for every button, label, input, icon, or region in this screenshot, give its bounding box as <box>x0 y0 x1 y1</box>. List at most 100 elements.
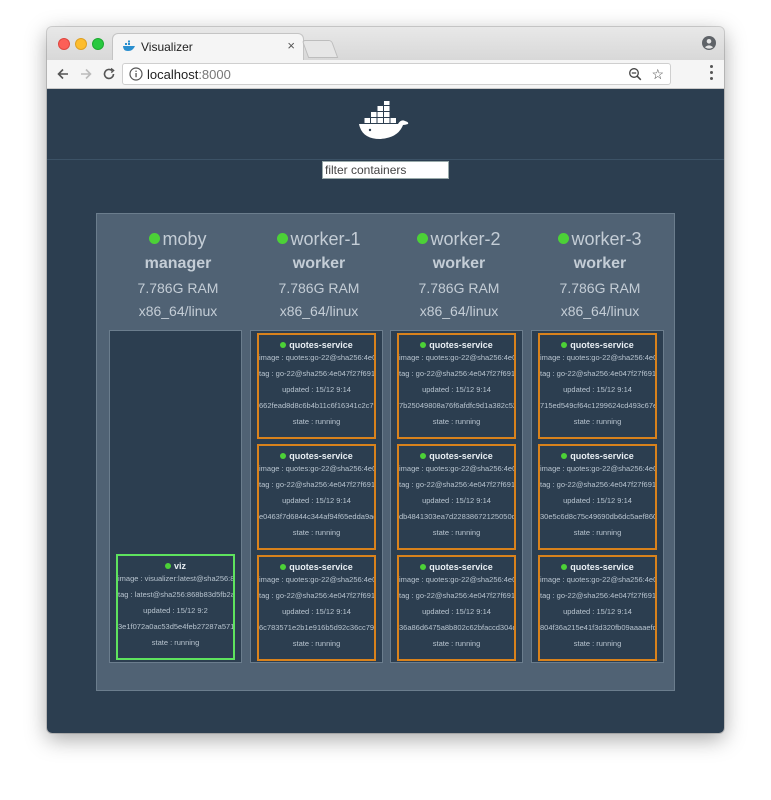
task-card-quotes-service[interactable]: quotes-service image : quotes:go-22@sha2… <box>538 444 657 550</box>
url-host: localhost <box>147 67 199 82</box>
task-name-label: quotes-service <box>429 451 493 461</box>
task-id: 3e1f072a0ac53d5e4feb27287a571f8 <box>118 622 235 631</box>
task-card-viz[interactable]: viz image : visualizer:latest@sha256:868… <box>116 554 235 660</box>
maximize-window-button[interactable] <box>92 38 104 50</box>
task-card-quotes-service[interactable]: quotes-service image : quotes:go-22@sha2… <box>397 444 516 550</box>
node-header: worker-1 worker 7.786G RAM x86_64/linux <box>250 228 388 322</box>
task-image: image : quotes:go-22@sha256:4e047 <box>540 575 657 584</box>
swarm-cluster-panel: moby manager 7.786G RAM x86_64/linux viz… <box>96 213 675 691</box>
node-header: moby manager 7.786G RAM x86_64/linux <box>109 228 247 322</box>
task-state: state : running <box>432 639 481 648</box>
task-state: state : running <box>292 639 341 648</box>
forward-arrow-icon[interactable] <box>78 66 94 82</box>
node-name-label: moby <box>162 229 207 249</box>
address-bar[interactable]: localhost:8000 ☆ <box>122 63 671 85</box>
task-image: image : quotes:go-22@sha256:4e047 <box>540 464 657 473</box>
task-tag: tag : go-22@sha256:4e047f27f6915d <box>259 591 376 600</box>
node-name-label: worker-2 <box>430 229 501 249</box>
node-arch: x86_64/linux <box>419 303 499 319</box>
task-id: 715ed549cf64c1299624cd493c67e67 <box>540 401 657 410</box>
task-updated: updated : 15/12 9:14 <box>563 385 632 394</box>
minimize-window-button[interactable] <box>75 38 87 50</box>
task-state: state : running <box>432 417 481 426</box>
info-icon[interactable] <box>129 67 143 81</box>
status-dot-icon <box>420 564 427 570</box>
back-arrow-icon[interactable] <box>55 66 71 82</box>
task-card-quotes-service[interactable]: quotes-service image : quotes:go-22@sha2… <box>538 555 657 661</box>
task-updated: updated : 15/12 9:14 <box>282 496 351 505</box>
status-dot-icon <box>280 564 287 570</box>
task-tag: tag : go-22@sha256:4e047f27f6915d <box>399 369 516 378</box>
task-name: quotes-service <box>540 340 655 350</box>
node-role: worker <box>292 255 346 272</box>
close-window-button[interactable] <box>58 38 70 50</box>
task-id: 36a86d6475a8b802c62bfaccd304d2 <box>399 623 516 632</box>
filter-containers-input[interactable] <box>322 161 449 179</box>
task-card-quotes-service[interactable]: quotes-service image : quotes:go-22@sha2… <box>397 555 516 661</box>
tab-close-icon[interactable]: × <box>287 38 295 53</box>
node-worker-3: worker-3 worker 7.786G RAM x86_64/linux … <box>531 214 669 663</box>
task-image: image : quotes:go-22@sha256:4e047 <box>399 464 516 473</box>
task-name: quotes-service <box>399 562 514 572</box>
menu-dots-icon[interactable] <box>710 65 714 83</box>
task-name: quotes-service <box>399 340 514 350</box>
task-name: quotes-service <box>259 562 374 572</box>
status-dot-icon <box>280 453 287 459</box>
node-container-list: quotes-service image : quotes:go-22@sha2… <box>531 330 664 663</box>
reload-icon[interactable] <box>101 66 117 82</box>
task-tag: tag : go-22@sha256:4e047f27f6915d <box>540 480 657 489</box>
status-dot-icon <box>417 233 429 244</box>
task-name-label: viz <box>173 561 186 571</box>
node-moby: moby manager 7.786G RAM x86_64/linux viz… <box>109 214 247 663</box>
task-card-quotes-service[interactable]: quotes-service image : quotes:go-22@sha2… <box>397 333 516 439</box>
node-name: worker-3 <box>531 228 669 250</box>
task-card-quotes-service[interactable]: quotes-service image : quotes:go-22@sha2… <box>257 555 376 661</box>
node-ram: 7.786G RAM <box>278 280 360 296</box>
task-name-label: quotes-service <box>570 340 634 350</box>
task-updated: updated : 15/12 9:14 <box>422 607 491 616</box>
node-arch: x86_64/linux <box>138 303 218 319</box>
status-dot-icon <box>561 342 568 348</box>
task-updated: updated : 15/12 9:14 <box>422 385 491 394</box>
task-updated: updated : 15/12 9:2 <box>143 606 208 615</box>
profile-icon[interactable] <box>702 36 716 50</box>
task-card-quotes-service[interactable]: quotes-service image : quotes:go-22@sha2… <box>538 333 657 439</box>
task-tag: tag : go-22@sha256:4e047f27f6915d <box>540 591 657 600</box>
task-updated: updated : 15/12 9:14 <box>282 607 351 616</box>
node-name: moby <box>109 228 247 250</box>
status-dot-icon <box>280 342 287 348</box>
task-state: state : running <box>573 417 622 426</box>
task-tag: tag : go-22@sha256:4e047f27f6915d <box>399 591 516 600</box>
task-id: e0463f7d6844c344af94f65edda9ac <box>259 512 376 521</box>
task-card-quotes-service[interactable]: quotes-service image : quotes:go-22@sha2… <box>257 444 376 550</box>
bookmark-star-icon[interactable]: ☆ <box>651 66 664 83</box>
zoom-out-icon[interactable] <box>628 67 642 81</box>
task-state: state : running <box>292 417 341 426</box>
url-port: :8000 <box>198 67 231 82</box>
task-card-quotes-service[interactable]: quotes-service image : quotes:go-22@sha2… <box>257 333 376 439</box>
node-role: worker <box>573 255 627 272</box>
task-updated: updated : 15/12 9:14 <box>282 385 351 394</box>
task-state: state : running <box>292 528 341 537</box>
task-image: image : quotes:go-22@sha256:4e047 <box>259 575 376 584</box>
status-dot-icon <box>561 453 568 459</box>
node-header: worker-3 worker 7.786G RAM x86_64/linux <box>531 228 669 322</box>
task-name: quotes-service <box>259 340 374 350</box>
tab-visualizer[interactable]: Visualizer × <box>112 33 304 60</box>
status-dot-icon <box>558 233 570 244</box>
node-role: manager <box>144 255 212 272</box>
task-id: 30e5c6d8c75c49690db6dc5aef860f <box>540 512 657 521</box>
new-tab-button[interactable] <box>301 40 339 58</box>
task-state: state : running <box>573 528 622 537</box>
task-state: state : running <box>151 638 200 647</box>
tab-strip: Visualizer × <box>47 27 724 60</box>
task-tag: tag : go-22@sha256:4e047f27f6915d <box>540 369 657 378</box>
node-ram: 7.786G RAM <box>559 280 641 296</box>
app-header <box>47 89 724 160</box>
task-id: 7b25049808a76f6afdfc9d1a382c52a <box>399 401 516 410</box>
task-image: image : quotes:go-22@sha256:4e047 <box>399 575 516 584</box>
node-container-list: quotes-service image : quotes:go-22@sha2… <box>390 330 523 663</box>
task-name-label: quotes-service <box>429 562 493 572</box>
task-state: state : running <box>432 528 481 537</box>
task-name: viz <box>118 561 233 571</box>
